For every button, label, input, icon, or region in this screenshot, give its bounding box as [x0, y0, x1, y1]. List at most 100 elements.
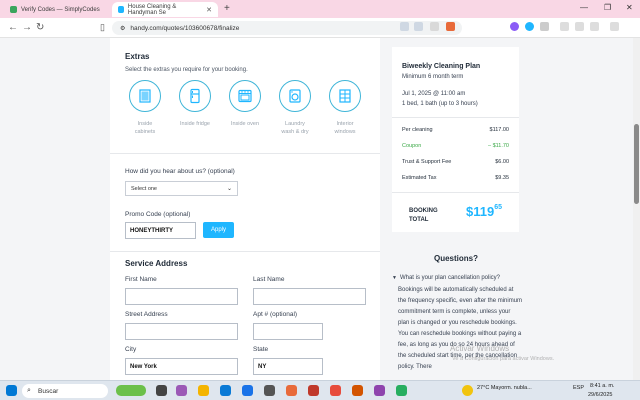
line-tax: Estimated Tax $9.35: [402, 175, 509, 181]
apply-button[interactable]: Apply: [203, 222, 234, 238]
line-label: Per cleaning: [402, 127, 433, 133]
promo-code-input[interactable]: HONEYTHIRTY: [125, 222, 196, 239]
wallet-icon[interactable]: [575, 22, 584, 31]
line-coupon: Coupon – $11.70: [402, 143, 509, 149]
hear-about-select[interactable]: Select one ⌄: [125, 181, 238, 196]
brave-shield-icon[interactable]: [446, 22, 455, 31]
extension-blue-icon[interactable]: [525, 22, 534, 31]
minimize-icon[interactable]: —: [580, 3, 588, 12]
extra-label: Laundry wash & dry: [281, 121, 309, 136]
maximize-icon[interactable]: ❐: [604, 3, 611, 12]
edge-icon[interactable]: [220, 385, 231, 396]
questions-title: Questions?: [434, 254, 479, 263]
task-view-icon[interactable]: [156, 385, 167, 396]
first-name-label: First Name: [125, 276, 157, 283]
brave-icon[interactable]: [286, 385, 297, 396]
extras-title: Extras: [125, 52, 150, 61]
weather-icon: [462, 385, 473, 396]
app-red-icon[interactable]: [308, 385, 319, 396]
app-red2-icon[interactable]: [330, 385, 341, 396]
simplycodes-favicon-icon: [10, 6, 17, 13]
booking-date: Jul 1, 2025 @ 11:00 am: [402, 91, 466, 97]
file-explorer-icon[interactable]: [198, 385, 209, 396]
search-icon: ⌕: [27, 387, 31, 394]
new-tab-icon[interactable]: +: [224, 3, 230, 14]
extra-label: Interior windows: [334, 121, 356, 136]
laundry-icon: [279, 80, 311, 112]
close-tab-icon[interactable]: ✕: [206, 6, 212, 14]
extensions-menu-icon[interactable]: [540, 22, 549, 31]
line-value: – $11.70: [487, 143, 509, 149]
window-icon: [329, 80, 361, 112]
weather-text[interactable]: 27°C Mayorm. nubla...: [477, 385, 532, 391]
last-name-label: Last Name: [253, 276, 285, 283]
bookmark-icon[interactable]: ▯: [100, 22, 105, 33]
extra-laundry[interactable]: Laundry wash & dry: [278, 80, 312, 137]
line-value: $9.35: [495, 175, 509, 181]
faq-cancellation-question[interactable]: ▼ What is your plan cancellation policy?: [392, 273, 522, 284]
extra-inside-fridge[interactable]: Inside fridge: [178, 80, 212, 128]
handy-favicon-icon: [118, 6, 124, 13]
extension-icon[interactable]: [430, 22, 439, 31]
browser-tab-verify-codes[interactable]: Verify Codes — SimplyCodes: [4, 2, 108, 17]
oven-icon: [229, 80, 261, 112]
start-icon[interactable]: [6, 385, 17, 396]
line-value: $6.00: [495, 159, 509, 165]
scrollbar-thumb[interactable]: [634, 124, 639, 204]
input-language[interactable]: ESP: [573, 385, 584, 391]
address-bar[interactable]: ⚙ handy.com/quotes/103600678/finalize: [112, 21, 462, 35]
last-name-input[interactable]: [253, 288, 366, 305]
plan-title: Biweekly Cleaning Plan: [402, 63, 481, 70]
tab-title: Verify Codes — SimplyCodes: [21, 6, 100, 13]
app-green-icon[interactable]: [396, 385, 407, 396]
app-icon[interactable]: [264, 385, 275, 396]
city-value: New York: [130, 363, 157, 370]
menu-icon[interactable]: [610, 22, 619, 31]
browser-tab-handy[interactable]: House Cleaning & Handyman Se ✕: [112, 2, 218, 17]
app-orange-icon[interactable]: [352, 385, 363, 396]
site-info-icon[interactable]: ⚙: [120, 25, 125, 32]
taskbar-search[interactable]: ⌕ Buscar: [22, 384, 108, 398]
line-label: Trust & Support Fee: [402, 159, 452, 165]
clock-date[interactable]: 29/6/2025: [588, 392, 612, 398]
extra-interior-windows[interactable]: Interior windows: [328, 80, 362, 137]
sidebar-icon[interactable]: [560, 22, 569, 31]
line-per-cleaning: Per cleaning $117.00: [402, 127, 509, 133]
page-content: Extras Select the extras you require for…: [0, 38, 640, 380]
app-purple-icon[interactable]: [374, 385, 385, 396]
cabinet-icon: [129, 80, 161, 112]
leo-icon[interactable]: [590, 22, 599, 31]
booking-total-price: $11965: [466, 203, 502, 221]
line-value: $117.00: [489, 127, 509, 133]
widget-image-icon[interactable]: [116, 385, 146, 396]
line-label: Estimated Tax: [402, 175, 437, 181]
first-name-input[interactable]: [125, 288, 238, 305]
faq-question-text: What is your plan cancellation policy?: [399, 275, 501, 281]
street-label: Street Address: [125, 311, 168, 318]
street-input[interactable]: [125, 323, 238, 340]
city-input[interactable]: New York: [125, 358, 238, 375]
fridge-icon: [179, 80, 211, 112]
extra-inside-oven[interactable]: Inside oven: [228, 80, 262, 128]
copilot-icon[interactable]: [176, 385, 187, 396]
divider: [110, 153, 380, 154]
translate-icon[interactable]: [400, 22, 409, 31]
page-scrollbar[interactable]: [633, 38, 640, 380]
extra-label: Inside oven: [230, 121, 260, 127]
close-window-icon[interactable]: ✕: [626, 3, 633, 12]
clock-time[interactable]: 8:41 a. m.: [590, 383, 614, 389]
promo-code-value: HONEYTHIRTY: [130, 227, 174, 234]
share-icon[interactable]: [414, 22, 423, 31]
extra-inside-cabinets[interactable]: Inside cabinets: [128, 80, 162, 137]
state-input[interactable]: NY: [253, 358, 323, 375]
search-label: Buscar: [38, 387, 59, 395]
divider: [392, 117, 519, 118]
forward-icon[interactable]: →: [22, 22, 32, 33]
reload-icon[interactable]: ↻: [36, 22, 44, 33]
store-icon[interactable]: [242, 385, 253, 396]
apt-input[interactable]: [253, 323, 323, 340]
select-value: Select one: [131, 185, 157, 192]
browser-tabstrip: Verify Codes — SimplyCodes House Cleanin…: [0, 0, 640, 18]
back-icon[interactable]: ←: [8, 22, 18, 33]
extension-purple-icon[interactable]: [510, 22, 519, 31]
